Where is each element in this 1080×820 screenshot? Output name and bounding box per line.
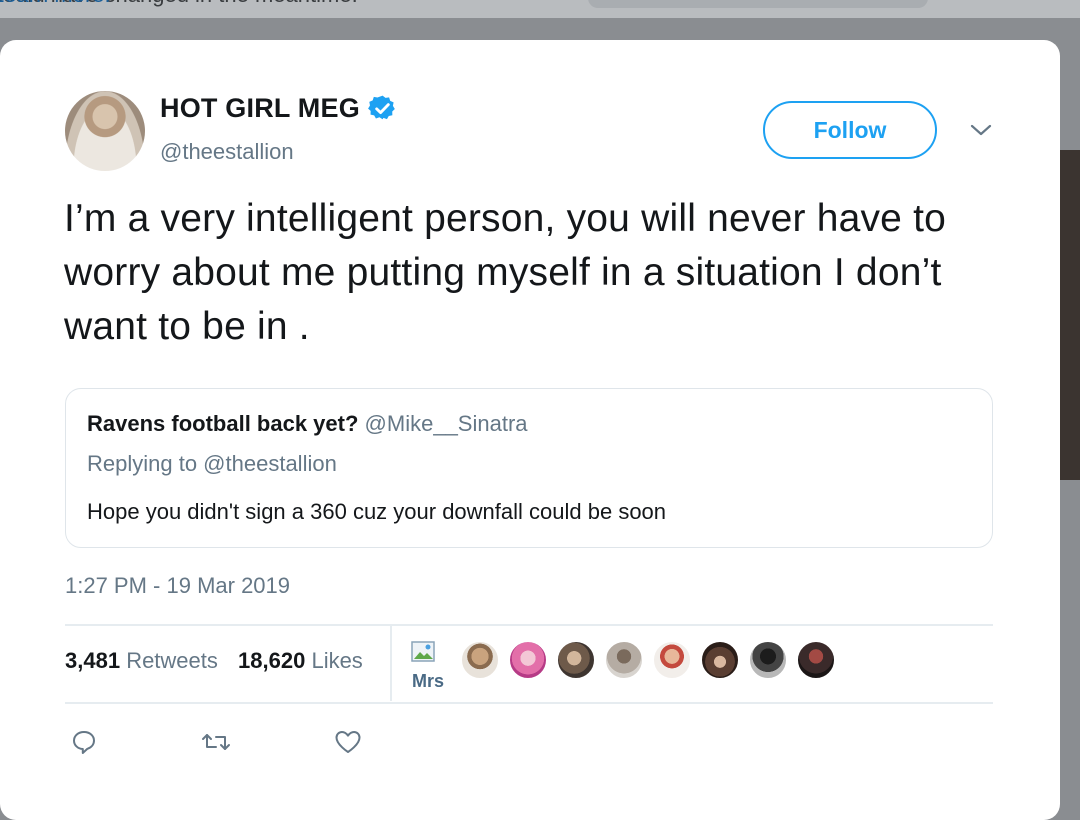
- quoted-author-name: Ravens football back yet?: [87, 411, 359, 436]
- background-page-notice: could have changed in the meantime. Lear…: [0, 0, 1080, 18]
- actions-top-divider: [65, 702, 993, 704]
- likes-stat[interactable]: 18,620 Likes: [238, 648, 363, 673]
- quoted-replying-to: Replying to @theestallion: [87, 451, 337, 476]
- tweet-timestamp[interactable]: 1:27 PM - 19 Mar 2019: [65, 573, 290, 599]
- follow-button[interactable]: Follow: [763, 101, 937, 159]
- liker-avatar[interactable]: [700, 640, 740, 680]
- broken-avatar-alt-text: Mrs: [412, 671, 445, 691]
- likes-count: 18,620: [238, 648, 306, 673]
- tweet-card: HOT GIRL MEG @theestallion Follow I’m a …: [0, 40, 1060, 820]
- retweets-stat[interactable]: 3,481 Retweets: [65, 648, 218, 673]
- tweet-stats: 3,481 Retweets 18,620 Likes: [65, 648, 363, 674]
- liker-avatar[interactable]: [652, 640, 692, 680]
- stats-top-divider: [65, 624, 993, 626]
- broken-image-icon: [411, 641, 435, 662]
- retweet-button[interactable]: [200, 728, 232, 756]
- author-name-row[interactable]: HOT GIRL MEG: [160, 93, 397, 124]
- quoted-tweet-header: Ravens football back yet? @Mike__Sinatra: [87, 411, 528, 437]
- liker-avatars: [460, 640, 836, 680]
- liker-avatar[interactable]: [604, 640, 644, 680]
- reply-icon: [73, 731, 95, 754]
- likes-label: Likes: [311, 648, 363, 673]
- like-button[interactable]: [333, 728, 363, 756]
- retweets-label: Retweets: [126, 648, 218, 673]
- quoted-tweet-text: Hope you didn't sign a 360 cuz your down…: [87, 499, 667, 524]
- quoted-author-handle: @Mike__Sinatra: [364, 411, 528, 436]
- stats-vertical-divider: [390, 625, 392, 701]
- quoted-tweet[interactable]: Ravens football back yet? @Mike__Sinatra…: [65, 388, 993, 548]
- learn-more-link[interactable]: Learn more.: [0, 0, 111, 8]
- liker-avatar[interactable]: [556, 640, 596, 680]
- liker-avatar[interactable]: [508, 640, 548, 680]
- author-name[interactable]: HOT GIRL MEG: [160, 93, 360, 124]
- retweets-count: 3,481: [65, 648, 121, 673]
- retweet-icon: [202, 734, 230, 750]
- broken-liker-avatar[interactable]: Mrs: [411, 641, 451, 693]
- background-pill: [588, 0, 928, 8]
- chevron-down-icon[interactable]: [968, 120, 994, 140]
- author-handle[interactable]: @theestallion: [160, 139, 294, 165]
- liker-avatar[interactable]: [460, 640, 500, 680]
- heart-icon: [335, 731, 361, 753]
- liker-avatar[interactable]: [796, 640, 836, 680]
- author-avatar[interactable]: [65, 91, 145, 171]
- verified-badge-icon: [367, 95, 395, 120]
- background-image-edge: [1060, 150, 1080, 480]
- tweet-text: I’m a very intelligent person, you will …: [64, 197, 947, 348]
- reply-button[interactable]: [70, 728, 98, 756]
- liker-avatar[interactable]: [748, 640, 788, 680]
